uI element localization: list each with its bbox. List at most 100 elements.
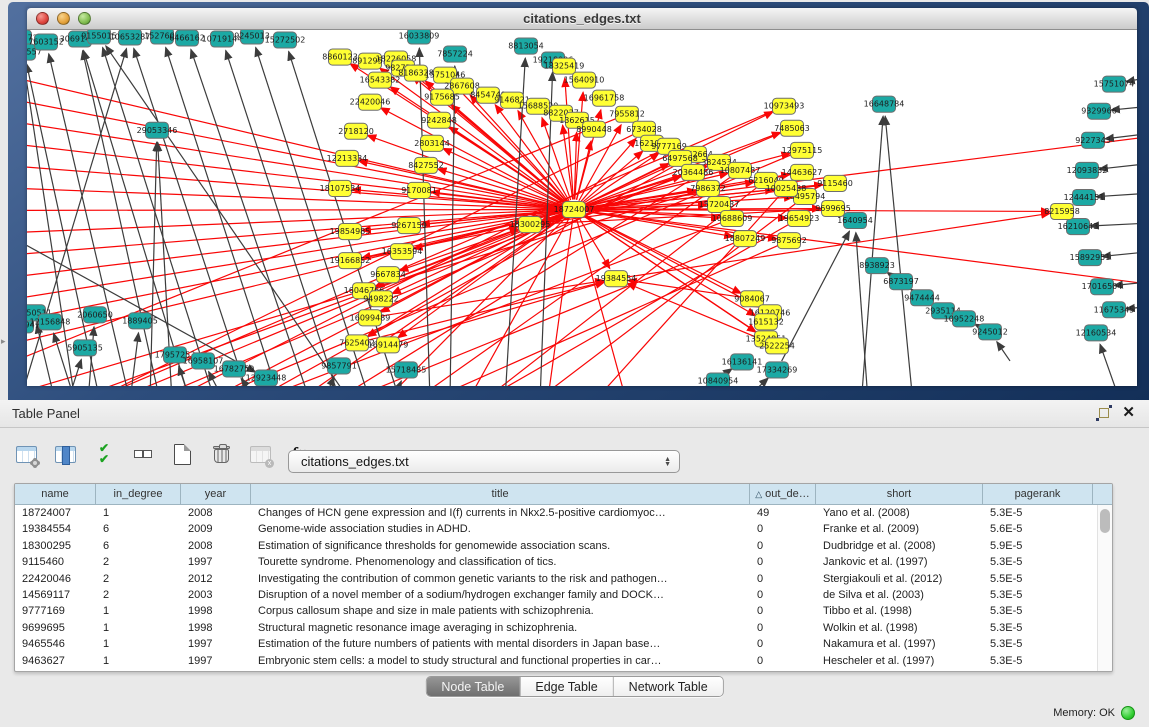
table-row[interactable]: 946554611997Estimation of the future num…: [15, 636, 1112, 652]
new-table-button[interactable]: [169, 441, 195, 467]
cell-short[interactable]: Nakamura et al. (1997): [816, 636, 983, 652]
cell-name[interactable]: 9463627: [15, 653, 96, 669]
cell-out_de[interactable]: 0: [750, 538, 816, 554]
cell-in_degree[interactable]: 6: [96, 538, 181, 554]
cell-pagerank[interactable]: 5.3E-5: [983, 587, 1093, 603]
cell-short[interactable]: Stergiakouli et al. (2012): [816, 571, 983, 587]
cell-title[interactable]: Tourette syndrome. Phenomenology and cla…: [251, 554, 750, 570]
cell-in_degree[interactable]: 1: [96, 620, 181, 636]
show-columns-button[interactable]: [52, 441, 78, 467]
cell-title[interactable]: Corpus callosum shape and size in male p…: [251, 603, 750, 619]
table-row[interactable]: 946362711997Embryonic stem cells: a mode…: [15, 653, 1112, 669]
cell-in_degree[interactable]: 1: [96, 603, 181, 619]
cell-out_de[interactable]: 0: [750, 636, 816, 652]
citation-edge-black[interactable]: [856, 233, 868, 386]
citation-edge-red[interactable]: [398, 282, 605, 342]
graph-node-15272502[interactable]: 15272502: [265, 32, 306, 48]
cell-in_degree[interactable]: 2: [96, 571, 181, 587]
cell-in_degree[interactable]: 1: [96, 636, 181, 652]
cell-out_de[interactable]: 0: [750, 587, 816, 603]
graph-node-15751074[interactable]: 15751074: [1094, 76, 1135, 92]
cell-out_de[interactable]: 0: [750, 521, 816, 537]
table-row[interactable]: 1938455462009Genome-wide association stu…: [15, 521, 1112, 537]
cell-out_de[interactable]: 0: [750, 620, 816, 636]
graph-node-16961758[interactable]: 16961758: [584, 90, 625, 106]
citation-edge-black[interactable]: [191, 49, 310, 386]
network-graph-svg[interactable]: 2405572124055776031523069140691550151065…: [27, 30, 1137, 386]
citation-edge-black[interactable]: [83, 51, 190, 386]
cell-title[interactable]: Genome-wide association studies in ADHD.: [251, 521, 750, 537]
cell-name[interactable]: 14569117: [15, 587, 96, 603]
row-height-button[interactable]: [130, 441, 156, 467]
cell-in_degree[interactable]: 1: [96, 653, 181, 669]
graph-node-6873197[interactable]: 6873197: [883, 274, 919, 290]
graph-node-12160534[interactable]: 12160534: [1076, 325, 1117, 341]
cell-year[interactable]: 2003: [181, 587, 251, 603]
cell-title[interactable]: Estimation of significance thresholds fo…: [251, 538, 750, 554]
cell-year[interactable]: 1997: [181, 653, 251, 669]
graph-node-8813054[interactable]: 8813054: [508, 38, 544, 54]
cell-name[interactable]: 22420046: [15, 571, 96, 587]
collapsed-panel-handle-icon[interactable]: ▸: [1, 336, 6, 347]
graph-node-18107534[interactable]: 18107534: [320, 180, 361, 196]
graph-node-7857224[interactable]: 7857224: [437, 46, 473, 62]
citation-edge-red[interactable]: [367, 282, 605, 341]
close-window-icon[interactable]: [36, 12, 49, 25]
cell-short[interactable]: de Silva et al. (2003): [816, 587, 983, 603]
cell-in_degree[interactable]: 1: [96, 505, 181, 521]
network-canvas[interactable]: 2405572124055776031523069140691550151065…: [27, 30, 1137, 386]
cell-year[interactable]: 2012: [181, 571, 251, 587]
citation-edge-black[interactable]: [1100, 344, 1120, 386]
cell-year[interactable]: 2008: [181, 538, 251, 554]
cell-year[interactable]: 2008: [181, 505, 251, 521]
table-row[interactable]: 2242004622012Investigating the contribut…: [15, 571, 1112, 587]
table-row[interactable]: 969969511998Structural magnetic resonanc…: [15, 620, 1112, 636]
tab-network-table[interactable]: Network Table: [614, 677, 723, 696]
graph-node-5905135[interactable]: 5905135: [67, 340, 103, 356]
graph-node-11675345[interactable]: 11675345: [1094, 302, 1135, 318]
citation-edge-black[interactable]: [862, 116, 883, 386]
citation-edge-red[interactable]: [540, 219, 573, 386]
citation-edge-red[interactable]: [440, 218, 569, 386]
cell-title[interactable]: Disruption of a novel member of a sodium…: [251, 587, 750, 603]
cell-pagerank[interactable]: 5.3E-5: [983, 554, 1093, 570]
cell-in_degree[interactable]: 2: [96, 587, 181, 603]
tab-node-table[interactable]: Node Table: [426, 677, 520, 696]
graph-node-16648784[interactable]: 16648784: [864, 96, 905, 112]
cell-year[interactable]: 1997: [181, 636, 251, 652]
cell-year[interactable]: 1998: [181, 603, 251, 619]
close-panel-icon[interactable]: ✕: [1122, 405, 1135, 421]
citation-edge-black[interactable]: [885, 116, 912, 386]
graph-node-12093832[interactable]: 12093832: [1067, 162, 1108, 178]
cell-out_de[interactable]: 0: [750, 653, 816, 669]
cell-in_degree[interactable]: 6: [96, 521, 181, 537]
cell-short[interactable]: Tibbo et al. (1998): [816, 603, 983, 619]
cell-short[interactable]: Franke et al. (2009): [816, 521, 983, 537]
table-selector-dropdown[interactable]: citations_edges.txt ▲▼: [288, 450, 680, 473]
cell-name[interactable]: 18300295: [15, 538, 96, 554]
cell-short[interactable]: Hescheler et al. (1997): [816, 653, 983, 669]
cell-name[interactable]: 9465546: [15, 636, 96, 652]
citation-edge-red[interactable]: [27, 110, 564, 208]
cell-year[interactable]: 2009: [181, 521, 251, 537]
graph-node-9329966[interactable]: 9329966: [1081, 103, 1117, 119]
graph-node-9242848[interactable]: 9242848: [421, 112, 457, 128]
zoom-window-icon[interactable]: [78, 12, 91, 25]
citation-edge-black[interactable]: [83, 51, 160, 386]
cell-year[interactable]: 1997: [181, 554, 251, 570]
column-header-year[interactable]: year: [181, 484, 251, 504]
scrollbar-thumb[interactable]: [1100, 509, 1110, 533]
cell-year[interactable]: 1998: [181, 620, 251, 636]
cell-short[interactable]: Yano et al. (2008): [816, 505, 983, 521]
cell-title[interactable]: Investigating the contribution of common…: [251, 571, 750, 587]
cell-name[interactable]: 19384554: [15, 521, 96, 537]
citation-edge-red[interactable]: [27, 211, 564, 311]
cell-name[interactable]: 18724007: [15, 505, 96, 521]
graph-node-19654923[interactable]: 19654923: [779, 211, 820, 227]
cell-pagerank[interactable]: 5.5E-5: [983, 571, 1093, 587]
float-panel-icon[interactable]: [1099, 408, 1109, 418]
graph-node-10840954[interactable]: 10840954: [698, 373, 739, 386]
cell-out_de[interactable]: 0: [750, 571, 816, 587]
graph-node-17334269[interactable]: 17334269: [757, 362, 798, 378]
cell-short[interactable]: Jankovic et al. (1997): [816, 554, 983, 570]
